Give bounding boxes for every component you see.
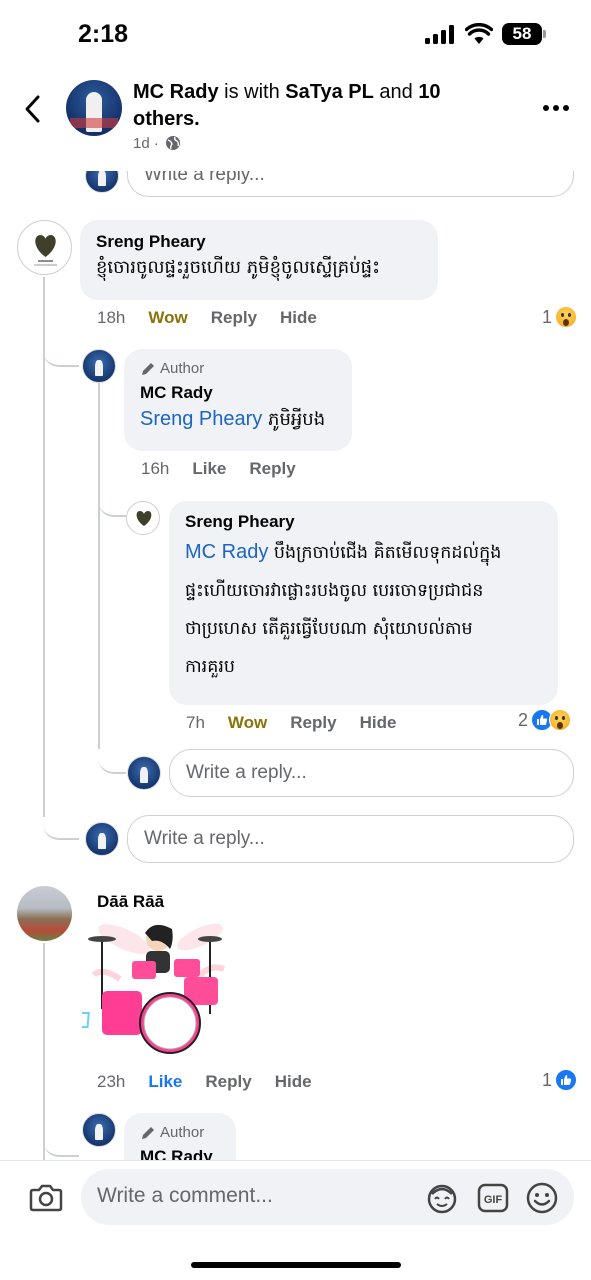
reply-avatar[interactable] [82, 349, 116, 383]
thread-connector [43, 321, 79, 367]
like-button[interactable]: Like [192, 459, 226, 479]
poster-avatar[interactable] [66, 80, 122, 136]
camera-icon[interactable] [29, 1182, 63, 1212]
reply-actions: 7h Wow Reply Hide [186, 713, 396, 733]
like-button[interactable]: Like [148, 1072, 182, 1092]
reply-bubble[interactable]: Author MC Rady [124, 1113, 236, 1160]
reply-button[interactable]: Reply [211, 308, 257, 328]
like-reaction-icon [555, 1069, 578, 1091]
tagged-name[interactable]: SaTya PL [285, 81, 374, 103]
reply-button[interactable]: Reply [290, 713, 336, 733]
reply-author-name[interactable]: MC Rady [140, 382, 336, 404]
avatar-sticker-icon[interactable] [426, 1182, 458, 1214]
gif-icon[interactable]: GIF [477, 1182, 509, 1214]
wifi-icon [465, 23, 493, 44]
reply-avatar[interactable] [82, 1113, 116, 1147]
pencil-icon [142, 1127, 154, 1139]
mention-link[interactable]: Sreng Pheary [140, 408, 262, 430]
comment-text: ខ្ញុំចោរចូលផ្ទះរួចហើយ ភូមិខ្ញុំចូលស្ទើគ្… [96, 257, 380, 278]
thread-connector [98, 471, 126, 517]
post-meta: 1d · [133, 135, 181, 152]
comment-actions: 18h Wow Reply Hide [97, 308, 317, 328]
mention-link[interactable]: MC Rady [185, 541, 268, 563]
reply-input-top[interactable]: Write a reply... [127, 171, 574, 197]
reply-input-nested[interactable]: Write a reply... [169, 749, 574, 797]
is-with-text: is with [218, 81, 286, 103]
post-header-title: MC Rady is with SaTya PL and 10 others. [133, 79, 503, 133]
comment-placeholder: Write a comment... [97, 1184, 273, 1207]
reaction-count: 1 [542, 306, 553, 327]
author-badge: Author [140, 359, 336, 379]
reply-avatar[interactable] [126, 501, 160, 535]
commenter-name[interactable]: Sreng Pheary [96, 231, 422, 253]
comment-actions: 23h Like Reply Hide [97, 1072, 312, 1092]
poster-name[interactable]: MC Rady [133, 81, 219, 103]
reply-button[interactable]: Reply [205, 1072, 251, 1092]
reaction-count: 2 [518, 709, 529, 730]
hide-button[interactable]: Hide [360, 713, 397, 733]
author-badge: Author [140, 1123, 220, 1143]
reaction-summary[interactable]: 1 [542, 306, 578, 328]
commenter-name[interactable]: Dāā Rāā [97, 891, 164, 913]
reply-author-name[interactable]: MC Rady [140, 1146, 220, 1160]
status-time: 2:18 [78, 20, 129, 48]
thread-connector [98, 727, 126, 774]
wow-reaction-icon [555, 306, 578, 328]
reply-text: Sreng Pheary ភូមិអ្វីបង [140, 408, 326, 430]
reply-button[interactable]: Reply [249, 459, 295, 479]
hide-button[interactable]: Hide [275, 1072, 312, 1092]
reply-actions: 16h Like Reply [141, 459, 296, 479]
reaction-count: 1 [542, 1069, 553, 1090]
wow-button[interactable]: Wow [228, 713, 267, 733]
more-icon[interactable] [543, 105, 571, 113]
comment-time: 18h [97, 308, 126, 327]
battery-icon: 58 [502, 23, 542, 45]
reply-avatar [127, 756, 161, 790]
reaction-summary[interactable]: 2 [518, 709, 572, 731]
back-arrow-icon[interactable] [22, 94, 44, 124]
reply-time: 7h [186, 713, 205, 732]
hide-button[interactable]: Hide [280, 308, 317, 328]
heart-logo-icon [34, 235, 57, 266]
comment-time: 23h [97, 1072, 126, 1091]
heart-logo-icon [136, 511, 152, 526]
thread-connector [43, 1111, 79, 1157]
reply-time: 16h [141, 459, 170, 478]
reply-input[interactable]: Write a reply... [127, 815, 574, 863]
reply-avatar [85, 171, 119, 193]
thread-line-nested [98, 383, 100, 749]
and-text: and [373, 81, 419, 103]
commenter-avatar[interactable] [17, 220, 72, 275]
globe-icon [166, 136, 181, 150]
reply-author-name[interactable]: Sreng Pheary [185, 511, 542, 533]
reaction-summary[interactable]: 1 [542, 1069, 578, 1091]
svg-text:GIF: GIF [484, 1194, 503, 1206]
reply-bubble[interactable]: Sreng Pheary MC Rady បឹងក្រចាប់ជើង គិតមើ… [169, 501, 558, 705]
wow-button[interactable]: Wow [148, 308, 187, 328]
drummer-sticker[interactable] [82, 919, 232, 1059]
comments-thread: Write a reply... Sreng Pheary ខ្ញុំចោរចូ… [0, 171, 591, 1160]
comment-bubble[interactable]: Sreng Pheary ខ្ញុំចោរចូលផ្ទះរួចហើយ ភូមិខ… [80, 220, 438, 300]
home-indicator [191, 1262, 401, 1268]
reply-bubble[interactable]: Author MC Rady Sreng Pheary ភូមិអ្វីបង [124, 349, 352, 451]
thread-connector [43, 796, 79, 840]
reply-text: MC Rady បឹងក្រចាប់ជើង គិតមើលទុកដល់ក្នុង … [185, 541, 502, 677]
pencil-icon [142, 363, 154, 375]
post-time: 1d · [133, 135, 159, 152]
wow-reaction-icon [549, 709, 572, 731]
battery-cap [543, 30, 546, 38]
commenter-avatar[interactable] [17, 886, 72, 941]
emoji-icon[interactable] [526, 1182, 558, 1214]
cellular-signal-icon [425, 25, 455, 44]
reply-avatar [85, 822, 119, 856]
